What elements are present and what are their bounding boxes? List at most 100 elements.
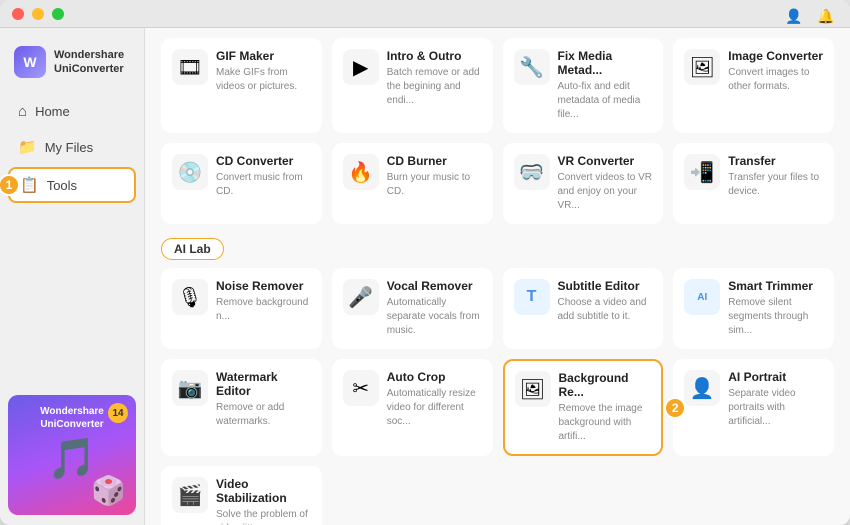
tools-grid-row2: 💿 CD Converter Convert music from CD. 🔥 …	[161, 143, 834, 224]
user-icon[interactable]: 👤	[782, 4, 806, 28]
sidebar-item-tools-label: Tools	[47, 178, 77, 193]
cd-burner-desc: Burn your music to CD.	[387, 171, 482, 199]
tool-card-cd-burner[interactable]: 🔥 CD Burner Burn your music to CD.	[332, 143, 493, 224]
brand-logo: W Wondershare UniConverter	[8, 38, 136, 92]
tool-card-ai-portrait[interactable]: 2 👤 AI Portrait Separate video portraits…	[673, 359, 834, 456]
minimize-button[interactable]	[32, 8, 44, 20]
titlebar: 👤 🔔	[0, 0, 850, 28]
sidebar-item-home[interactable]: ⌂ Home	[8, 96, 136, 127]
tool-card-transfer[interactable]: 📲 Transfer Transfer your files to device…	[673, 143, 834, 224]
sidebar-item-home-label: Home	[35, 104, 70, 119]
tool-card-background-remover[interactable]: 🖼 Background Re... Remove the image back…	[503, 359, 664, 456]
tools-grid-bottom: 🎬 Video Stabilization Solve the problem …	[161, 466, 834, 525]
promo-visual: 🎵	[47, 435, 97, 482]
vr-converter-icon: 🥽	[514, 154, 550, 190]
brand-name: Wondershare UniConverter	[54, 48, 124, 77]
vocal-remover-icon: 🎤	[343, 279, 379, 315]
ai-portrait-icon: 👤	[684, 370, 720, 406]
gif-maker-desc: Make GIFs from videos or pictures.	[216, 66, 311, 94]
subtitle-editor-desc: Choose a video and add subtitle to it.	[558, 296, 653, 324]
tool-card-image-converter[interactable]: 🖼 Image Converter Convert images to othe…	[673, 38, 834, 133]
image-converter-icon: 🖼	[684, 49, 720, 85]
noise-remover-name: Noise Remover	[216, 279, 311, 293]
transfer-name: Transfer	[728, 154, 823, 168]
tool-card-subtitle-editor[interactable]: T Subtitle Editor Choose a video and add…	[503, 268, 664, 349]
transfer-icon: 📲	[684, 154, 720, 190]
ai-lab-badge: AI Lab	[161, 238, 224, 260]
ai-portrait-name: AI Portrait	[728, 370, 823, 384]
tool-card-smart-trimmer[interactable]: AI Smart Trimmer Remove silent segments …	[673, 268, 834, 349]
video-stabilization-desc: Solve the problem of video jitter.	[216, 508, 311, 525]
maximize-button[interactable]	[52, 8, 64, 20]
smart-trimmer-name: Smart Trimmer	[728, 279, 823, 293]
tool-card-noise-remover[interactable]: 🎙 Noise Remover Remove background n...	[161, 268, 322, 349]
background-remover-icon: 🖼	[515, 371, 551, 407]
intro-outro-icon: ▶	[343, 49, 379, 85]
auto-crop-name: Auto Crop	[387, 370, 482, 384]
gif-maker-name: GIF Maker	[216, 49, 311, 63]
tool-card-cd-converter[interactable]: 💿 CD Converter Convert music from CD.	[161, 143, 322, 224]
sidebar-item-my-files[interactable]: 📁 My Files	[8, 131, 136, 163]
sidebar: W Wondershare UniConverter ⌂ Home 📁 My F…	[0, 28, 145, 525]
noise-remover-desc: Remove background n...	[216, 296, 311, 324]
promo-banner[interactable]: Wondershare UniConverter 14 🎵 🎲	[8, 395, 136, 515]
transfer-desc: Transfer your files to device.	[728, 171, 823, 199]
gif-maker-icon: 🎞	[172, 49, 208, 85]
background-remover-name: Background Re...	[559, 371, 652, 399]
tools-grid-row1: 🎞 GIF Maker Make GIFs from videos or pic…	[161, 38, 834, 133]
tool-card-gif-maker[interactable]: 🎞 GIF Maker Make GIFs from videos or pic…	[161, 38, 322, 133]
vocal-remover-name: Vocal Remover	[387, 279, 482, 293]
cd-converter-icon: 💿	[172, 154, 208, 190]
brand-icon: W	[14, 46, 46, 78]
cd-burner-name: CD Burner	[387, 154, 482, 168]
fix-media-icon: 🔧	[514, 49, 550, 85]
subtitle-editor-icon: T	[514, 279, 550, 315]
tool-card-watermark-editor[interactable]: 📷 Watermark Editor Remove or add waterma…	[161, 359, 322, 456]
promo-title: Wondershare UniConverter	[40, 405, 104, 431]
vocal-remover-desc: Automatically separate vocals from music…	[387, 296, 482, 338]
intro-outro-desc: Batch remove or add the begining and end…	[387, 66, 482, 108]
image-converter-desc: Convert images to other formats.	[728, 66, 823, 94]
smart-trimmer-icon: AI	[684, 279, 720, 315]
video-stabilization-name: Video Stabilization	[216, 477, 311, 505]
tool-card-fix-media[interactable]: 🔧 Fix Media Metad... Auto-fix and edit m…	[503, 38, 664, 133]
vr-converter-name: VR Converter	[558, 154, 653, 168]
cd-converter-name: CD Converter	[216, 154, 311, 168]
content-area: 🎞 GIF Maker Make GIFs from videos or pic…	[145, 28, 850, 525]
promo-graphic: 🎲	[91, 474, 126, 507]
cd-converter-desc: Convert music from CD.	[216, 171, 311, 199]
background-remover-desc: Remove the image background with artifi.…	[559, 402, 652, 444]
tools-grid-ai2: 📷 Watermark Editor Remove or add waterma…	[161, 359, 834, 456]
watermark-editor-icon: 📷	[172, 370, 208, 406]
intro-outro-name: Intro & Outro	[387, 49, 482, 63]
sidebar-item-files-label: My Files	[45, 140, 93, 155]
tool-card-intro-outro[interactable]: ▶ Intro & Outro Batch remove or add the …	[332, 38, 493, 133]
ai-portrait-desc: Separate video portraits with artificial…	[728, 387, 823, 429]
watermark-editor-desc: Remove or add watermarks.	[216, 401, 311, 429]
video-stabilization-icon: 🎬	[172, 477, 208, 513]
image-converter-name: Image Converter	[728, 49, 823, 63]
tool-card-video-stabilization[interactable]: 🎬 Video Stabilization Solve the problem …	[161, 466, 322, 525]
step-2-badge: 2	[664, 397, 686, 419]
tools-icon: 📋	[20, 176, 39, 194]
watermark-editor-name: Watermark Editor	[216, 370, 311, 398]
vr-converter-desc: Convert videos to VR and enjoy on your V…	[558, 171, 653, 213]
tools-grid-ai1: 🎙 Noise Remover Remove background n... 🎤…	[161, 268, 834, 349]
tool-card-vr-converter[interactable]: 🥽 VR Converter Convert videos to VR and …	[503, 143, 664, 224]
cd-burner-icon: 🔥	[343, 154, 379, 190]
bell-icon[interactable]: 🔔	[814, 4, 838, 28]
ai-lab-label: AI Lab	[161, 234, 834, 268]
subtitle-editor-name: Subtitle Editor	[558, 279, 653, 293]
smart-trimmer-desc: Remove silent segments through sim...	[728, 296, 823, 338]
auto-crop-icon: ✂	[343, 370, 379, 406]
auto-crop-desc: Automatically resize video for different…	[387, 387, 482, 429]
tool-card-auto-crop[interactable]: ✂ Auto Crop Automatically resize video f…	[332, 359, 493, 456]
fix-media-name: Fix Media Metad...	[558, 49, 653, 77]
tool-card-vocal-remover[interactable]: 🎤 Vocal Remover Automatically separate v…	[332, 268, 493, 349]
close-button[interactable]	[12, 8, 24, 20]
sidebar-item-tools[interactable]: 📋 Tools	[8, 167, 136, 203]
files-icon: 📁	[18, 138, 37, 156]
home-icon: ⌂	[18, 103, 27, 120]
promo-badge: 14	[108, 403, 128, 423]
fix-media-desc: Auto-fix and edit metadata of media file…	[558, 80, 653, 122]
